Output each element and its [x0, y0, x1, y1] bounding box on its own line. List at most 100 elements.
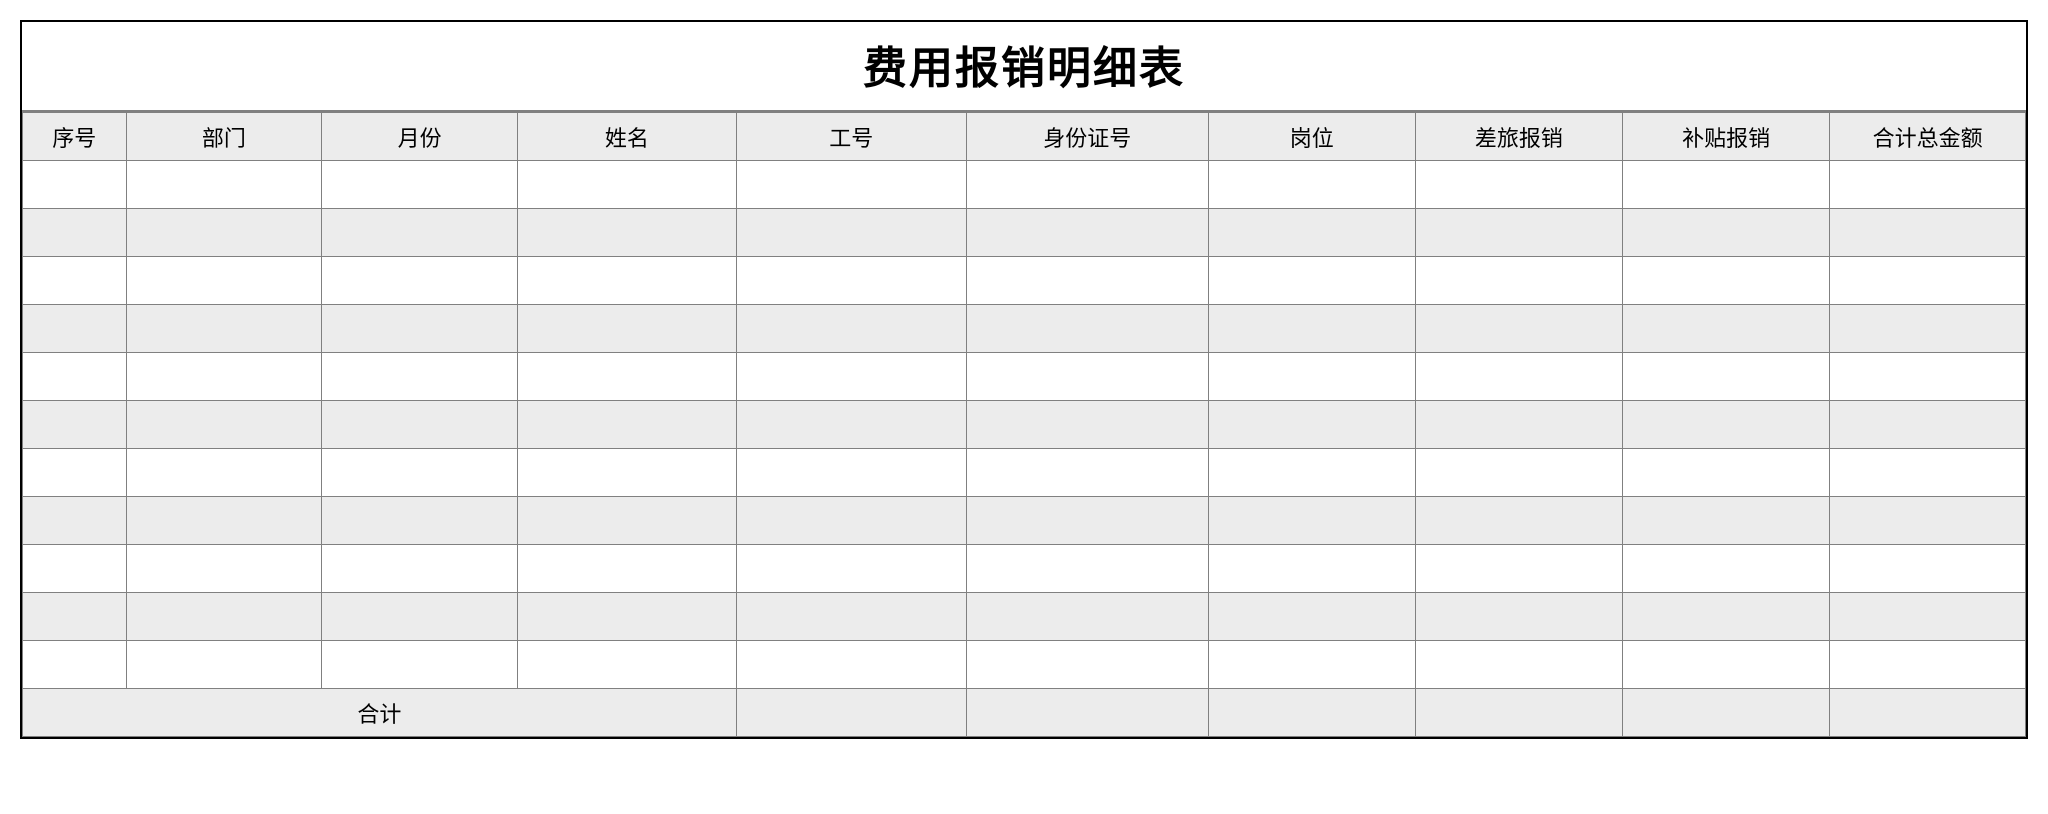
table-cell[interactable] [1623, 641, 1830, 689]
table-cell[interactable] [126, 161, 322, 209]
table-cell[interactable] [1623, 497, 1830, 545]
table-cell[interactable] [966, 593, 1208, 641]
table-cell[interactable] [126, 545, 322, 593]
table-cell[interactable] [736, 209, 966, 257]
table-cell[interactable] [322, 641, 518, 689]
table-cell[interactable] [23, 401, 127, 449]
table-cell[interactable] [1830, 497, 2026, 545]
table-cell[interactable] [1623, 161, 1830, 209]
table-cell[interactable] [517, 161, 736, 209]
table-cell[interactable] [517, 593, 736, 641]
table-cell[interactable] [736, 449, 966, 497]
table-cell[interactable] [1208, 545, 1415, 593]
table-cell[interactable] [322, 449, 518, 497]
table-cell[interactable] [1208, 641, 1415, 689]
table-cell[interactable] [517, 545, 736, 593]
table-cell[interactable] [966, 449, 1208, 497]
table-cell[interactable] [1208, 449, 1415, 497]
table-cell[interactable] [1208, 497, 1415, 545]
table-cell[interactable] [966, 641, 1208, 689]
table-cell[interactable] [736, 497, 966, 545]
table-cell[interactable] [736, 257, 966, 305]
table-cell[interactable] [1623, 545, 1830, 593]
table-cell[interactable] [1208, 593, 1415, 641]
table-cell[interactable] [23, 593, 127, 641]
table-cell[interactable] [966, 257, 1208, 305]
table-cell[interactable] [126, 353, 322, 401]
table-cell[interactable] [322, 209, 518, 257]
table-cell[interactable] [736, 161, 966, 209]
table-cell[interactable] [23, 353, 127, 401]
table-cell[interactable] [1415, 449, 1622, 497]
table-cell[interactable] [1830, 305, 2026, 353]
table-cell[interactable] [1208, 209, 1415, 257]
table-cell[interactable] [517, 641, 736, 689]
table-cell[interactable] [126, 401, 322, 449]
table-cell[interactable] [322, 593, 518, 641]
table-cell[interactable] [736, 401, 966, 449]
table-cell[interactable] [322, 497, 518, 545]
table-cell[interactable] [23, 497, 127, 545]
table-cell[interactable] [23, 641, 127, 689]
table-cell[interactable] [1623, 401, 1830, 449]
table-cell[interactable] [1830, 593, 2026, 641]
table-cell[interactable] [1415, 353, 1622, 401]
table-cell[interactable] [966, 545, 1208, 593]
table-cell[interactable] [1208, 305, 1415, 353]
table-cell[interactable] [1415, 257, 1622, 305]
table-cell[interactable] [322, 305, 518, 353]
table-cell[interactable] [23, 449, 127, 497]
table-cell[interactable] [1623, 305, 1830, 353]
table-cell[interactable] [517, 305, 736, 353]
table-cell[interactable] [322, 257, 518, 305]
table-cell[interactable] [966, 353, 1208, 401]
table-cell[interactable] [126, 257, 322, 305]
table-cell[interactable] [736, 353, 966, 401]
table-cell[interactable] [966, 497, 1208, 545]
table-cell[interactable] [1623, 353, 1830, 401]
table-cell[interactable] [1415, 401, 1622, 449]
table-cell[interactable] [1623, 449, 1830, 497]
table-cell[interactable] [1415, 209, 1622, 257]
table-cell[interactable] [966, 161, 1208, 209]
table-cell[interactable] [966, 401, 1208, 449]
table-cell[interactable] [1830, 401, 2026, 449]
table-cell[interactable] [966, 209, 1208, 257]
table-cell[interactable] [1208, 161, 1415, 209]
table-cell[interactable] [1208, 353, 1415, 401]
table-cell[interactable] [1830, 641, 2026, 689]
table-cell[interactable] [322, 353, 518, 401]
table-cell[interactable] [517, 209, 736, 257]
table-cell[interactable] [517, 353, 736, 401]
table-cell[interactable] [322, 401, 518, 449]
table-cell[interactable] [736, 545, 966, 593]
table-cell[interactable] [1830, 449, 2026, 497]
table-cell[interactable] [1830, 545, 2026, 593]
table-cell[interactable] [1415, 305, 1622, 353]
table-cell[interactable] [322, 545, 518, 593]
table-cell[interactable] [1415, 641, 1622, 689]
table-cell[interactable] [126, 209, 322, 257]
table-cell[interactable] [736, 305, 966, 353]
table-cell[interactable] [1415, 161, 1622, 209]
table-cell[interactable] [1208, 401, 1415, 449]
table-cell[interactable] [1830, 161, 2026, 209]
table-cell[interactable] [1623, 209, 1830, 257]
table-cell[interactable] [1623, 593, 1830, 641]
table-cell[interactable] [23, 545, 127, 593]
table-cell[interactable] [23, 209, 127, 257]
table-cell[interactable] [126, 305, 322, 353]
table-cell[interactable] [1830, 353, 2026, 401]
table-cell[interactable] [1415, 497, 1622, 545]
table-cell[interactable] [966, 305, 1208, 353]
table-cell[interactable] [736, 593, 966, 641]
table-cell[interactable] [517, 401, 736, 449]
table-cell[interactable] [517, 497, 736, 545]
table-cell[interactable] [1830, 209, 2026, 257]
table-cell[interactable] [1208, 257, 1415, 305]
table-cell[interactable] [1415, 593, 1622, 641]
table-cell[interactable] [322, 161, 518, 209]
table-cell[interactable] [23, 257, 127, 305]
table-cell[interactable] [1623, 257, 1830, 305]
table-cell[interactable] [23, 305, 127, 353]
